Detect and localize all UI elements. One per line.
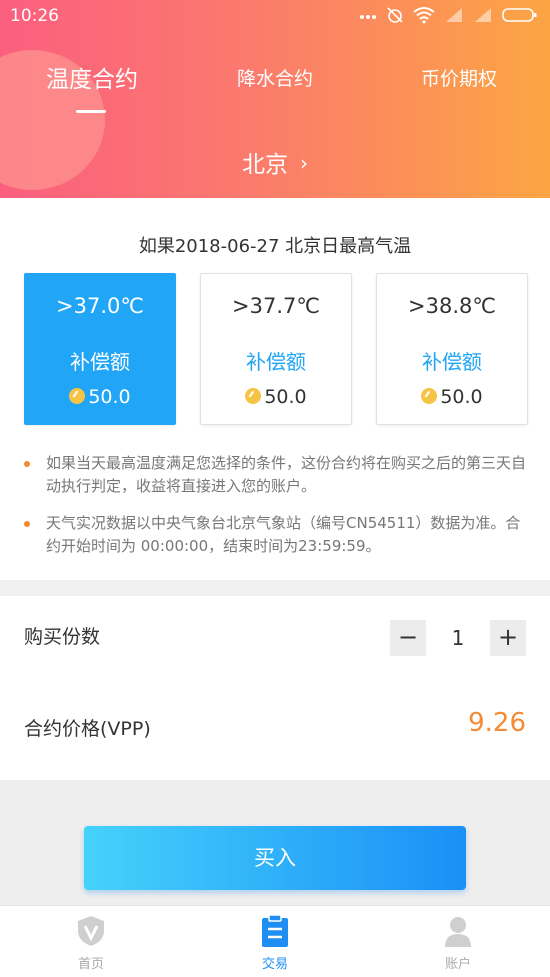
contract-question: 如果2018-06-27 北京日最高气温: [138, 236, 412, 257]
option-amount: 50.0: [25, 386, 175, 408]
coin-bag-icon: [69, 388, 86, 404]
nav-account[interactable]: 账户: [398, 914, 518, 972]
nav-trade[interactable]: 交易: [215, 914, 335, 972]
quantity-label: 购买份数: [24, 626, 101, 648]
option-card-2[interactable]: >37.7℃ 补偿额 50.0: [200, 273, 352, 425]
city-name: 北京: [242, 152, 288, 178]
option-temp: >37.0℃: [56, 294, 144, 318]
option-label: 补偿额: [70, 350, 130, 374]
note-text: 天气实况数据以中央气象台北京气象站（编号CN54511）数据为准。合约开始时间为…: [46, 514, 521, 555]
header: 10:26 温度合约 降水合约 币价期权 北京 ›: [0, 0, 550, 198]
quantity-stepper: − 1 +: [390, 620, 526, 656]
bottom-nav: 首页 交易 账户: [0, 905, 550, 977]
chevron-right-icon: ›: [300, 151, 308, 175]
option-amount: 50.0: [201, 386, 351, 408]
tab-coin-option[interactable]: 币价期权: [406, 64, 512, 91]
tab-precipitation[interactable]: 降水合约: [222, 64, 328, 91]
order-panel: 购买份数 − 1 + 合约价格(VPP) 9.26: [0, 596, 550, 780]
increase-button[interactable]: +: [490, 620, 526, 656]
section-divider: [0, 580, 550, 596]
nav-home[interactable]: 首页: [31, 914, 151, 972]
price-value: 9.26: [468, 708, 526, 738]
user-icon: [445, 917, 471, 947]
option-label: 补偿额: [246, 350, 306, 374]
decrease-button[interactable]: −: [390, 620, 426, 656]
note-item: 天气实况数据以中央气象台北京气象站（编号CN54511）数据为准。合约开始时间为…: [24, 512, 528, 558]
contract-panel: 如果2018-06-27 北京日最高气温 >37.0℃ 补偿额 50.0 >37…: [0, 198, 550, 580]
battery-icon: [502, 8, 537, 22]
tab-temperature[interactable]: 温度合约: [42, 60, 142, 94]
bullet-dot-icon: [24, 521, 30, 527]
option-temp: >37.7℃: [232, 294, 320, 318]
nav-label: 交易: [261, 957, 288, 972]
bullet-dot-icon: [24, 461, 30, 467]
city-selector[interactable]: 北京 ›: [0, 145, 550, 179]
option-amount: 50.0: [377, 386, 527, 408]
status-bar: 10:26: [0, 0, 550, 32]
status-time: 10:26: [10, 6, 59, 26]
active-tab-indicator: [76, 110, 106, 113]
quantity-value[interactable]: 1: [426, 620, 490, 656]
option-temp: >38.8℃: [408, 294, 496, 318]
note-item: 如果当天最高温度满足您选择的条件，这份合约将在购买之后的第三天自动执行判定，收益…: [24, 452, 528, 498]
nav-label: 首页: [77, 957, 104, 972]
shield-v-icon: [78, 916, 104, 946]
signal-icon-2: [475, 8, 491, 22]
coin-bag-icon: [421, 388, 438, 404]
option-card-3[interactable]: >38.8℃ 补偿额 50.0: [376, 273, 528, 425]
price-label: 合约价格(VPP): [24, 718, 151, 740]
option-card-1[interactable]: >37.0℃ 补偿额 50.0: [24, 273, 176, 425]
signal-icon: [446, 8, 462, 22]
coin-bag-icon: [245, 388, 262, 404]
option-label: 补偿额: [422, 350, 482, 374]
contract-tabs: 温度合约 降水合约 币价期权: [0, 58, 550, 118]
buy-area: 买入: [0, 780, 550, 905]
note-text: 如果当天最高温度满足您选择的条件，这份合约将在购买之后的第三天自动执行判定，收益…: [46, 454, 527, 495]
alarm-off-icon: [387, 7, 403, 23]
more-dots-icon: [360, 15, 376, 19]
clipboard-icon: [262, 914, 288, 947]
buy-button[interactable]: 买入: [84, 826, 466, 890]
nav-label: 账户: [444, 957, 471, 972]
wifi-icon: [413, 7, 435, 24]
